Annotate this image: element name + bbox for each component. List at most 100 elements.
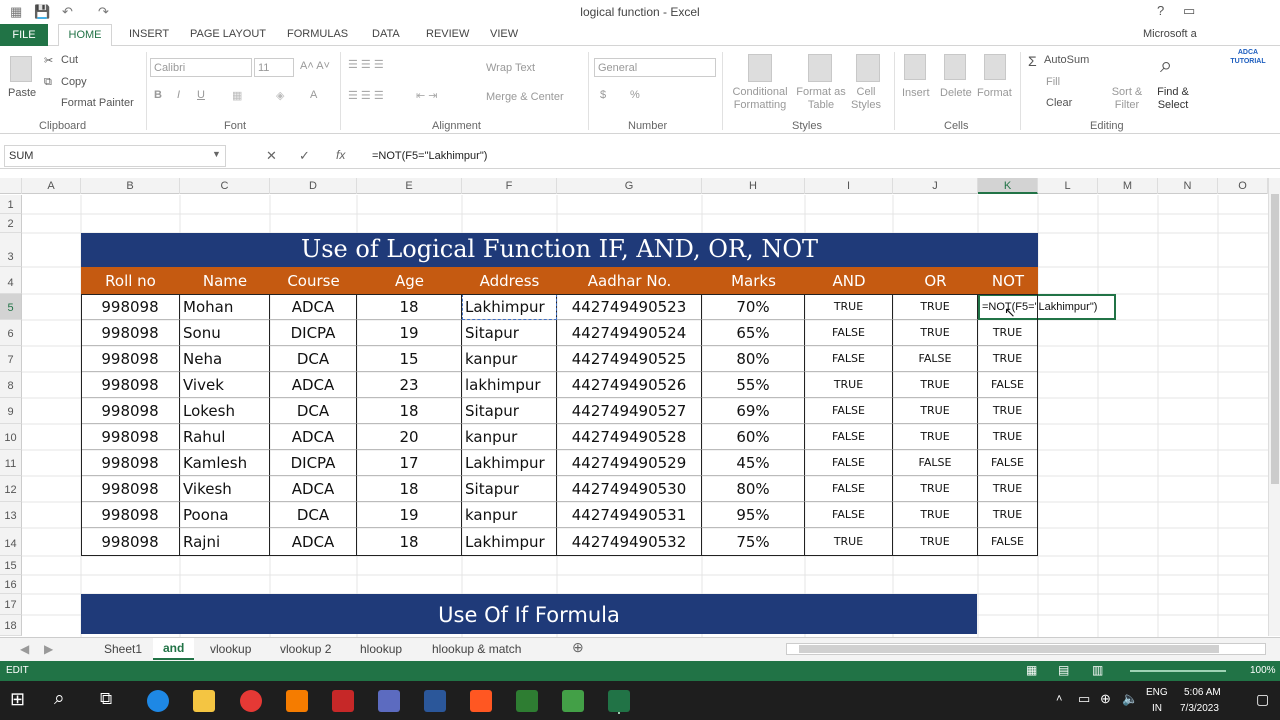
table-cell[interactable]: 60% <box>702 424 805 450</box>
row-header[interactable]: 16 <box>0 575 22 594</box>
tab-page-layout[interactable]: PAGE LAYOUT <box>190 28 266 40</box>
column-header[interactable]: J <box>893 178 978 194</box>
table-cell[interactable]: 75% <box>702 528 805 556</box>
row-header[interactable]: 12 <box>0 476 22 502</box>
align-left-icon[interactable]: ☰ ☰ ☰ <box>348 89 384 102</box>
format-table-icon[interactable] <box>808 54 832 82</box>
table-cell[interactable]: Rahul <box>180 424 270 450</box>
binoculars-icon[interactable]: ⌕ <box>1160 52 1172 78</box>
table-cell[interactable]: ADCA <box>270 424 357 450</box>
row-header[interactable]: 18 <box>0 615 22 636</box>
border-icon[interactable]: ▦ <box>232 89 242 102</box>
cut-button[interactable]: Cut <box>61 54 78 66</box>
conditional-formatting-button[interactable]: Conditional Formatting <box>726 86 794 112</box>
table-cell[interactable]: 442749490523 <box>557 294 702 320</box>
fill-color-icon[interactable]: ◈ <box>276 89 284 102</box>
row-header[interactable]: 13 <box>0 502 22 528</box>
table-cell[interactable]: 442749490527 <box>557 398 702 424</box>
header-cell[interactable]: Name <box>180 267 270 294</box>
formula-input[interactable]: =NOT(F5="Lakhimpur") <box>372 150 487 162</box>
vertical-scrollbar[interactable] <box>1268 178 1280 636</box>
format-painter-button[interactable]: Format Painter <box>61 97 134 109</box>
column-header[interactable]: G <box>557 178 702 194</box>
table-cell[interactable]: Lokesh <box>180 398 270 424</box>
table-cell[interactable]: TRUE <box>893 294 978 320</box>
table-cell[interactable]: TRUE <box>978 320 1038 346</box>
table-cell[interactable]: ADCA <box>270 372 357 398</box>
cancel-icon[interactable]: ✕ <box>266 148 277 164</box>
italic-icon[interactable]: I <box>177 89 180 101</box>
sheet-tab-active[interactable]: and <box>153 638 195 660</box>
globe-icon[interactable]: ⊕ <box>1100 691 1111 707</box>
column-header[interactable]: L <box>1038 178 1098 194</box>
row-header[interactable]: 14 <box>0 528 22 556</box>
column-header[interactable]: M <box>1098 178 1158 194</box>
select-all-corner[interactable] <box>0 178 22 194</box>
percent-button[interactable]: % <box>630 89 640 101</box>
delete-cells-icon[interactable] <box>944 54 966 80</box>
column-header[interactable]: I <box>805 178 893 194</box>
tab-review[interactable]: REVIEW <box>426 28 469 40</box>
table-cell[interactable]: TRUE <box>893 424 978 450</box>
tab-view[interactable]: VIEW <box>490 28 518 40</box>
acrobat-icon[interactable] <box>332 690 354 712</box>
cell-styles-button[interactable]: Cell Styles <box>848 86 884 112</box>
help-button[interactable]: ? <box>1157 3 1164 18</box>
font-size-select[interactable]: 11 <box>254 58 294 77</box>
cell-styles-icon[interactable] <box>856 54 880 82</box>
merge-center-button[interactable]: Merge & Center <box>486 91 564 103</box>
table-cell[interactable]: 70% <box>702 294 805 320</box>
table-cell[interactable]: DCA <box>270 398 357 424</box>
table-cell[interactable]: 442749490531 <box>557 502 702 528</box>
volume-icon[interactable]: 🔈 <box>1122 691 1138 707</box>
table-cell[interactable]: lakhimpur <box>462 372 557 398</box>
table-cell[interactable]: 65% <box>702 320 805 346</box>
tab-data[interactable]: DATA <box>372 28 400 40</box>
table-cell[interactable]: 998098 <box>81 502 180 528</box>
chrome-icon[interactable] <box>240 690 262 712</box>
tab-home[interactable]: HOME <box>58 24 112 47</box>
table-cell[interactable]: 442749490526 <box>557 372 702 398</box>
enter-icon[interactable]: ✓ <box>299 148 310 164</box>
table-cell[interactable]: TRUE <box>893 372 978 398</box>
column-header[interactable]: C <box>180 178 270 194</box>
clock-time[interactable]: 5:06 AM <box>1184 687 1221 698</box>
search-icon[interactable]: ⌕ <box>54 688 65 710</box>
table-cell[interactable]: Neha <box>180 346 270 372</box>
table-cell[interactable]: kanpur <box>462 424 557 450</box>
wrap-text-button[interactable]: Wrap Text <box>486 62 535 74</box>
header-cell[interactable]: OR <box>893 267 978 294</box>
currency-button[interactable]: $ <box>600 89 606 101</box>
table-cell[interactable]: 442749490532 <box>557 528 702 556</box>
language-indicator[interactable]: ENG <box>1146 687 1168 698</box>
table-cell[interactable]: 95% <box>702 502 805 528</box>
tab-formulas[interactable]: FORMULAS <box>287 28 348 40</box>
header-cell[interactable]: Marks <box>702 267 805 294</box>
format-cells-icon[interactable] <box>984 54 1006 80</box>
table-cell[interactable]: 442749490525 <box>557 346 702 372</box>
sheet-tab[interactable]: hlookup <box>360 642 402 656</box>
row-header[interactable]: 17 <box>0 594 22 615</box>
header-cell[interactable]: Age <box>357 267 462 294</box>
row-header[interactable]: 7 <box>0 346 22 372</box>
column-header[interactable]: D <box>270 178 357 194</box>
header-cell[interactable]: Address <box>462 267 557 294</box>
row-header[interactable]: 10 <box>0 424 22 450</box>
table-cell[interactable]: FALSE <box>978 450 1038 476</box>
align-top-icon[interactable]: ☰ ☰ ☰ <box>348 58 384 71</box>
prev-sheet-icon[interactable]: ◀ <box>20 642 29 656</box>
zoom-slider[interactable] <box>1130 670 1226 672</box>
insert-button[interactable]: Insert <box>902 87 930 99</box>
table-cell[interactable]: 998098 <box>81 450 180 476</box>
table-cell[interactable]: 69% <box>702 398 805 424</box>
table-cell[interactable]: FALSE <box>805 424 893 450</box>
tab-insert[interactable]: INSERT <box>129 28 169 40</box>
horizontal-scrollbar[interactable] <box>786 643 1266 655</box>
column-header[interactable]: H <box>702 178 805 194</box>
indent-icon[interactable]: ⇤ ⇥ <box>416 89 438 102</box>
row-header[interactable]: 9 <box>0 398 22 424</box>
autosum-button[interactable]: AutoSum <box>1044 54 1089 66</box>
file-tab[interactable]: FILE <box>0 24 48 46</box>
sheet-tab[interactable]: Sheet1 <box>104 642 142 656</box>
table-cell[interactable]: 442749490524 <box>557 320 702 346</box>
